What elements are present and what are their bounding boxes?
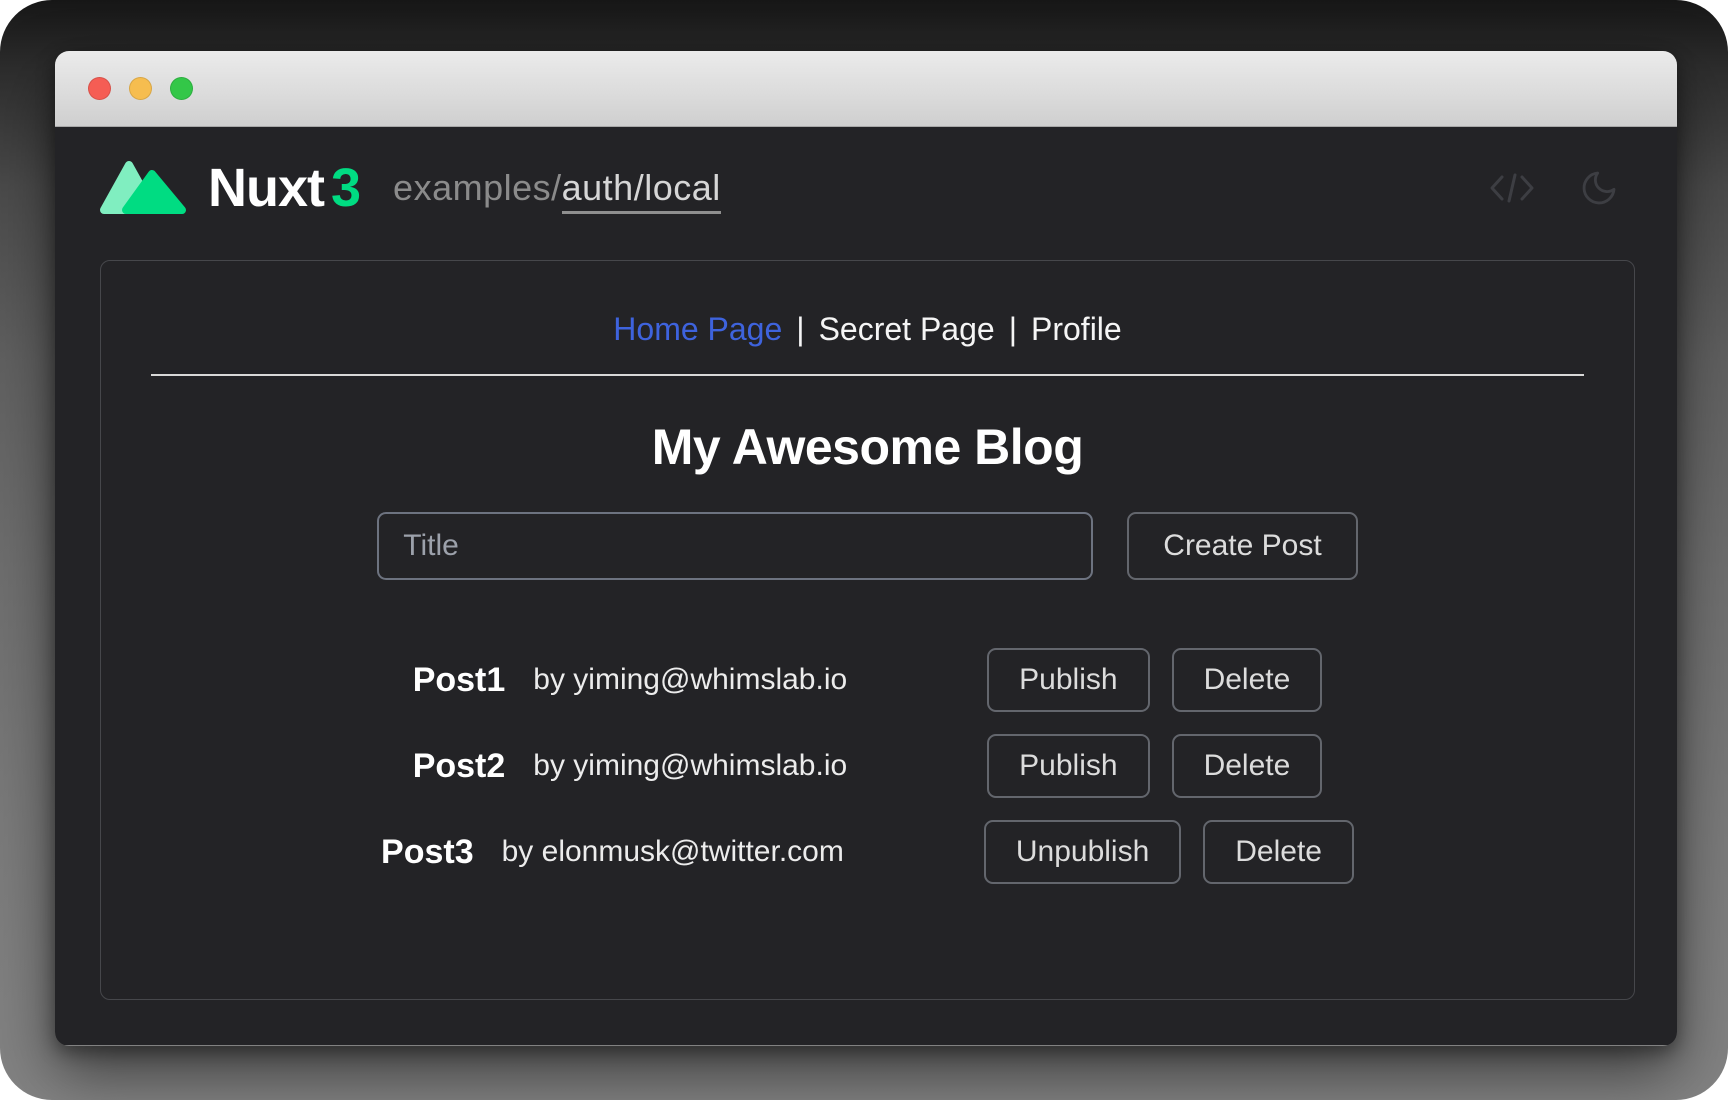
post-title: Post2 <box>413 747 506 786</box>
nuxt-logo-icon <box>100 159 188 217</box>
post-author: by yiming@whimslab.io <box>533 663 847 697</box>
content-card: Home Page | Secret Page | Profile My Awe… <box>100 260 1635 1000</box>
post-actions: Publish Delete <box>987 734 1322 798</box>
post-row: Post3 by elonmusk@twitter.com Unpublish … <box>381 820 1354 884</box>
post-actions: Unpublish Delete <box>984 820 1354 884</box>
title-input[interactable] <box>377 512 1093 580</box>
code-icon[interactable] <box>1489 172 1535 204</box>
post-author: by yiming@whimslab.io <box>533 749 847 783</box>
nav-home-page[interactable]: Home Page <box>613 311 782 348</box>
page-title: My Awesome Blog <box>652 418 1084 476</box>
create-post-button[interactable]: Create Post <box>1127 512 1357 580</box>
create-post-form: Create Post <box>377 512 1357 580</box>
publish-post-button[interactable]: Publish <box>987 648 1149 712</box>
divider <box>151 374 1584 376</box>
close-window-button[interactable] <box>88 77 111 100</box>
moon-icon[interactable] <box>1579 168 1619 208</box>
delete-post-button[interactable]: Delete <box>1203 820 1354 884</box>
breadcrumb-prefix: examples/ <box>393 167 562 208</box>
app-window: Nuxt 3 examples/auth/local <box>55 51 1677 1046</box>
post-row: Post1 by yiming@whimslab.io Publish Dele… <box>381 648 1354 712</box>
post-actions: Publish Delete <box>987 648 1322 712</box>
delete-post-button[interactable]: Delete <box>1172 648 1323 712</box>
backdrop: Nuxt 3 examples/auth/local <box>0 0 1728 1100</box>
page-nav: Home Page | Secret Page | Profile <box>613 311 1121 348</box>
post-author: by elonmusk@twitter.com <box>502 835 844 869</box>
minimize-window-button[interactable] <box>129 77 152 100</box>
nav-profile[interactable]: Profile <box>1031 311 1122 348</box>
breadcrumb-link[interactable]: auth/local <box>562 167 721 214</box>
app-header: Nuxt 3 examples/auth/local <box>55 127 1677 243</box>
delete-post-button[interactable]: Delete <box>1172 734 1323 798</box>
nav-separator: | <box>796 311 804 348</box>
brand-version: 3 <box>331 157 361 219</box>
post-list: Post1 by yiming@whimslab.io Publish Dele… <box>381 648 1354 884</box>
breadcrumb: examples/auth/local <box>393 167 721 209</box>
post-row: Post2 by yiming@whimslab.io Publish Dele… <box>381 734 1354 798</box>
window-titlebar <box>55 51 1677 127</box>
publish-post-button[interactable]: Publish <box>987 734 1149 798</box>
brand-name: Nuxt <box>208 157 324 219</box>
nav-separator: | <box>1009 311 1017 348</box>
post-title: Post3 <box>381 833 474 872</box>
unpublish-post-button[interactable]: Unpublish <box>984 820 1181 884</box>
nav-secret-page[interactable]: Secret Page <box>819 311 995 348</box>
app-body: Nuxt 3 examples/auth/local <box>55 127 1677 1045</box>
post-title: Post1 <box>413 661 506 700</box>
zoom-window-button[interactable] <box>170 77 193 100</box>
